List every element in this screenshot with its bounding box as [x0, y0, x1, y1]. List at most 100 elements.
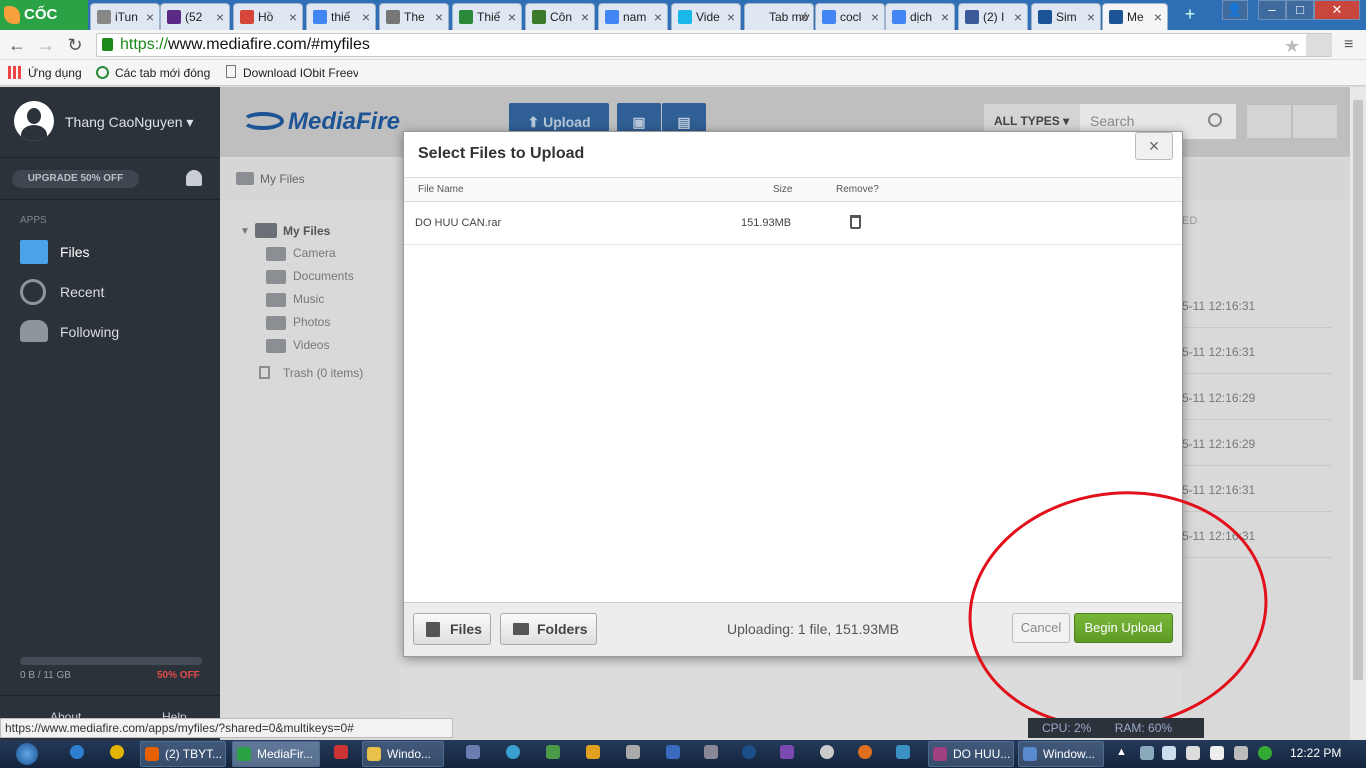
bookmark-iobit[interactable]: Download IObit Freev	[243, 65, 358, 81]
close-window-icon[interactable]: ✕	[1314, 0, 1360, 20]
browser-tab[interactable]: Tab mớ ×	[744, 3, 814, 30]
signal-icon[interactable]	[1234, 746, 1248, 760]
list-row-date[interactable]: 5-11 12:16:31	[1182, 345, 1255, 359]
list-row-date[interactable]: 5-11 12:16:29	[1182, 391, 1255, 405]
browser-tab[interactable]: thiế ×	[306, 3, 376, 30]
tab-close-icon[interactable]: ×	[941, 4, 949, 30]
tree-folder[interactable]: Videos	[293, 338, 329, 352]
download-icon[interactable]	[1306, 34, 1332, 56]
grid-view-icon[interactable]	[1292, 104, 1338, 139]
app-icon[interactable]	[858, 745, 872, 759]
tree-trash[interactable]: Trash (0 items)	[283, 366, 363, 380]
ie-icon[interactable]	[70, 745, 84, 759]
menu-icon[interactable]: ≡	[1344, 36, 1353, 54]
browser-tab[interactable]: Côn ×	[525, 3, 595, 30]
tab-close-icon[interactable]: ×	[581, 4, 589, 30]
search-icon[interactable]	[1208, 113, 1222, 127]
minimize-icon[interactable]: –	[1258, 0, 1286, 20]
tab-close-icon[interactable]: ×	[435, 4, 443, 30]
browser-tab[interactable]: Hồ ×	[233, 3, 303, 30]
tree-folder[interactable]: Music	[293, 292, 324, 306]
browser-tab[interactable]: nam ×	[598, 3, 668, 30]
list-row-date[interactable]: 5-11 12:16:31	[1182, 299, 1255, 313]
bell-icon[interactable]	[186, 170, 202, 186]
browser-tab[interactable]: iTun ×	[90, 3, 160, 30]
star-icon[interactable]: ★	[1284, 36, 1300, 57]
taskbar-item-archive[interactable]: DO HUU...	[928, 741, 1014, 767]
browser-tab[interactable]: Me ×	[1102, 3, 1168, 30]
list-row-date[interactable]: 5-11 12:16:31	[1182, 483, 1255, 497]
list-column-header[interactable]: ED	[1182, 215, 1197, 227]
browser-tab[interactable]: (2) I ×	[958, 3, 1028, 30]
tab-close-icon[interactable]: ×	[362, 4, 370, 30]
user-name[interactable]: Thang CaoNguyen ▾	[65, 114, 193, 131]
app-icon[interactable]	[546, 745, 560, 759]
sidebar-item-following[interactable]: Following	[60, 324, 119, 340]
app-icon[interactable]	[896, 745, 910, 759]
taskbar-item-coccoc[interactable]: MediaFir...	[232, 741, 320, 767]
volume-icon[interactable]	[1210, 746, 1224, 760]
tab-close-icon[interactable]: ×	[871, 4, 879, 30]
browser-tab[interactable]: cocl ×	[815, 3, 885, 30]
profile-icon[interactable]: 👤	[1222, 0, 1248, 20]
bookmark-apps[interactable]: Ứng dụng	[28, 65, 82, 81]
browser-tab[interactable]: Thiế ×	[452, 3, 522, 30]
tree-root[interactable]: My Files	[283, 224, 330, 238]
breadcrumb[interactable]: My Files	[260, 172, 305, 186]
list-row-date[interactable]: 5-11 12:16:29	[1182, 437, 1255, 451]
network-icon[interactable]	[1140, 746, 1154, 760]
sidebar-item-recent[interactable]: Recent	[60, 284, 104, 300]
caret-down-icon[interactable]: ▼	[240, 226, 250, 237]
app-icon[interactable]	[666, 745, 680, 759]
tray-expand-icon[interactable]: ▲	[1116, 746, 1127, 758]
start-button[interactable]	[4, 740, 48, 768]
browser-tab[interactable]: The ×	[379, 3, 449, 30]
tree-folder[interactable]: Camera	[293, 246, 336, 260]
tab-close-icon[interactable]: ×	[216, 4, 224, 30]
scrollbar-thumb[interactable]	[1353, 100, 1363, 680]
tab-close-icon[interactable]: ×	[146, 4, 154, 30]
app-icon[interactable]	[704, 745, 718, 759]
browser-tab[interactable]: dịch ×	[885, 3, 955, 30]
tab-close-icon[interactable]: ×	[800, 4, 808, 30]
sidebar-item-files[interactable]: Files	[60, 244, 90, 260]
browser-tab[interactable]: (52 ×	[160, 3, 230, 30]
storage-offer[interactable]: 50% OFF	[157, 670, 200, 681]
tab-close-icon[interactable]: ×	[727, 4, 735, 30]
mediafire-logo[interactable]: MediaFire	[288, 108, 400, 136]
app-icon[interactable]	[466, 745, 480, 759]
back-icon[interactable]: ←	[7, 35, 27, 55]
app-icon[interactable]	[780, 745, 794, 759]
tab-close-icon[interactable]: ×	[1014, 4, 1022, 30]
app-icon[interactable]	[742, 745, 756, 759]
taskbar-item-firefox[interactable]: (2) TBYT...	[140, 741, 226, 767]
usb-icon[interactable]	[1186, 746, 1200, 760]
tab-close-icon[interactable]: ×	[289, 4, 297, 30]
tab-close-icon[interactable]: ×	[508, 4, 516, 30]
app-icon[interactable]	[334, 745, 348, 759]
forward-icon[interactable]: →	[36, 35, 56, 55]
trash-icon[interactable]	[850, 215, 861, 229]
security-icon[interactable]	[1258, 746, 1272, 760]
taskbar-item-window[interactable]: Window...	[1018, 741, 1104, 767]
app-icon[interactable]	[820, 745, 834, 759]
chrome-icon[interactable]	[110, 745, 124, 759]
bookmark-recent-tabs[interactable]: Các tab mới đóng	[115, 65, 210, 81]
add-folders-button[interactable]: Folders	[500, 613, 597, 645]
wifi-icon[interactable]	[1162, 746, 1176, 760]
browser-tab[interactable]: Vide ×	[671, 3, 741, 30]
upgrade-button[interactable]: UPGRADE 50% OFF	[12, 170, 139, 188]
tree-folder[interactable]: Documents	[293, 269, 354, 283]
app-icon[interactable]	[506, 745, 520, 759]
reload-icon[interactable]: ↻	[65, 35, 85, 55]
tab-close-icon[interactable]: ×	[1154, 4, 1162, 30]
close-icon[interactable]: ×	[1135, 132, 1173, 160]
new-tab-icon[interactable]: +	[1178, 4, 1202, 26]
app-icon[interactable]	[626, 745, 640, 759]
add-files-button[interactable]: Files	[413, 613, 491, 645]
browser-tab[interactable]: Sim ×	[1031, 3, 1101, 30]
tab-close-icon[interactable]: ×	[654, 4, 662, 30]
tree-folder[interactable]: Photos	[293, 315, 330, 329]
avatar[interactable]	[14, 101, 54, 141]
taskbar-item-explorer[interactable]: Windo...	[362, 741, 444, 767]
